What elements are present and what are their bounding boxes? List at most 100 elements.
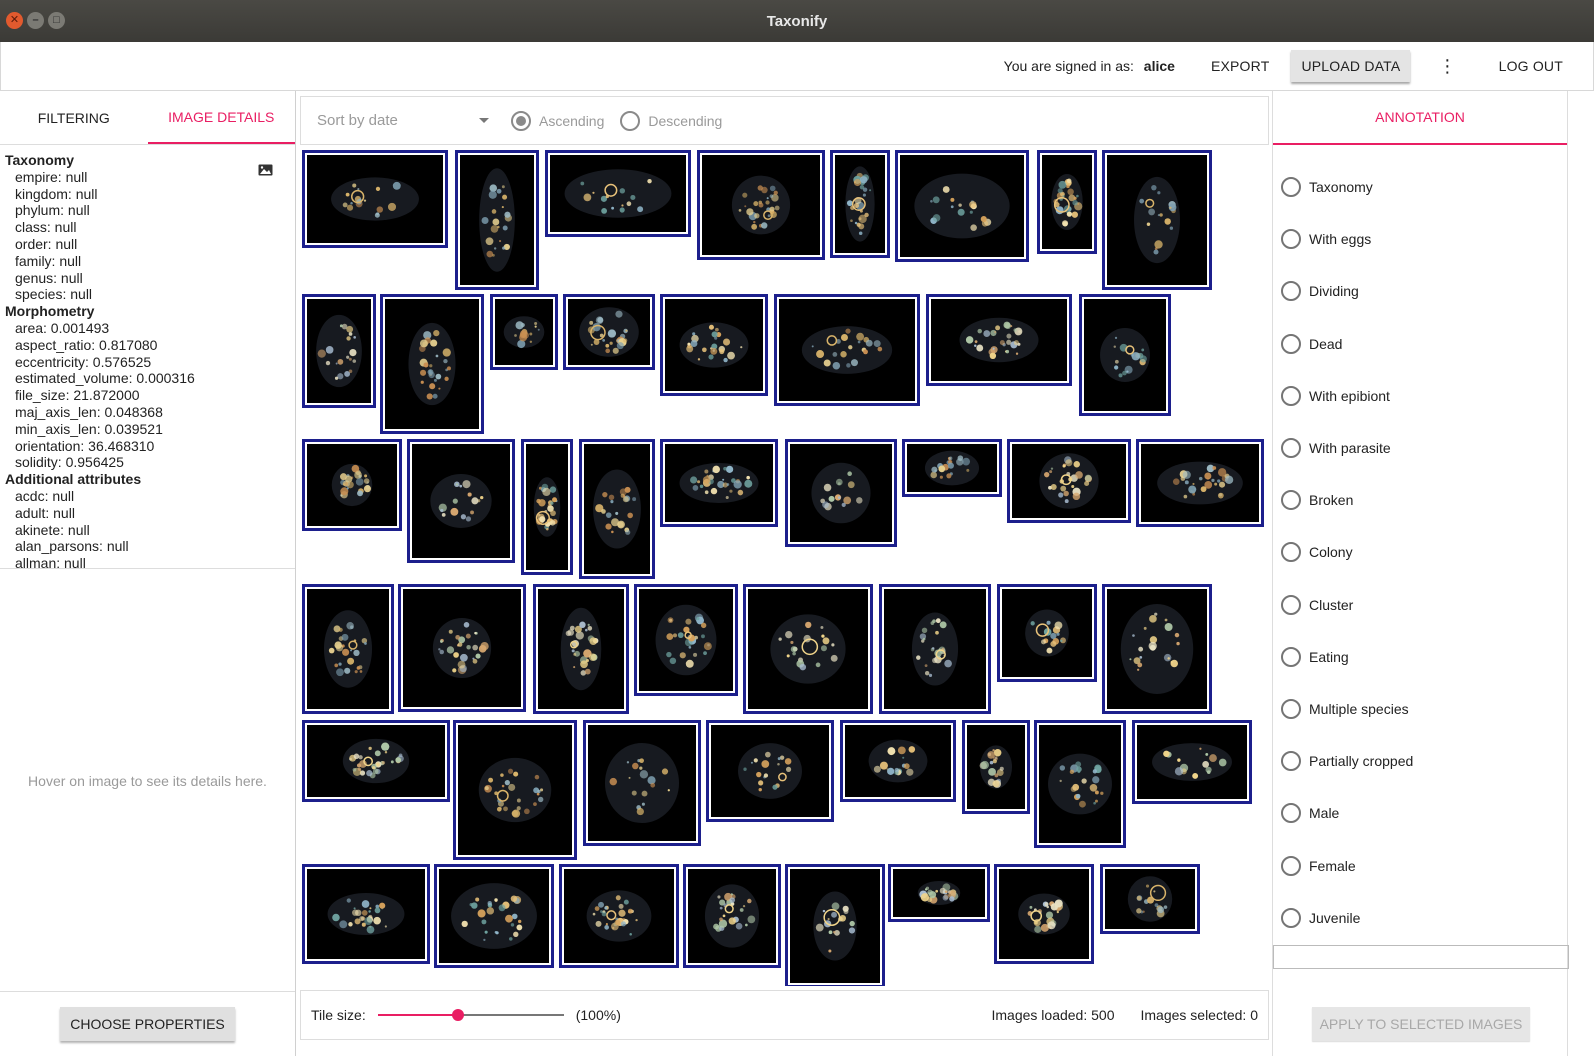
annotation-radio[interactable] <box>1281 803 1301 824</box>
image-tile[interactable] <box>706 720 834 822</box>
image-tile[interactable] <box>579 439 655 579</box>
image-tile[interactable] <box>1100 864 1200 934</box>
image-tile[interactable] <box>785 439 897 547</box>
annotation-option[interactable]: Colony <box>1273 526 1567 578</box>
image-tile[interactable] <box>962 720 1030 814</box>
annotation-option[interactable]: Broken <box>1273 474 1567 526</box>
annotation-option[interactable]: Multiple species <box>1273 683 1567 735</box>
image-tile[interactable] <box>302 864 430 964</box>
annotation-radio[interactable] <box>1281 490 1301 511</box>
annotation-radio[interactable] <box>1281 698 1301 719</box>
image-tile[interactable] <box>926 294 1072 386</box>
image-tile[interactable] <box>774 294 920 406</box>
image-details-list[interactable]: Taxonomy empire: null kingdom: null phylum:… <box>0 148 295 569</box>
image-tile[interactable] <box>302 439 402 531</box>
tab-annotation[interactable]: ANNOTATION <box>1273 91 1567 145</box>
close-icon[interactable]: ✕ <box>6 12 23 29</box>
annotation-option[interactable]: Cluster <box>1273 579 1567 631</box>
sort-descending-option[interactable]: Descending <box>620 110 722 131</box>
image-tile[interactable] <box>683 864 781 968</box>
sort-select[interactable]: Sort by date <box>317 112 489 129</box>
maximize-icon[interactable]: □ <box>48 12 65 29</box>
minimize-icon[interactable]: – <box>27 12 44 29</box>
apply-to-selected-button[interactable]: APPLY TO SELECTED IMAGES <box>1311 1006 1531 1041</box>
descending-radio[interactable] <box>620 110 641 131</box>
annotation-option[interactable]: Female <box>1273 839 1567 891</box>
image-tile[interactable] <box>743 584 873 714</box>
more-menu-icon[interactable]: ⋮ <box>1428 48 1466 85</box>
image-tile[interactable] <box>830 150 890 258</box>
tab-filtering[interactable]: FILTERING <box>0 91 148 144</box>
image-tile[interactable] <box>660 294 768 396</box>
annotation-radio[interactable] <box>1281 333 1301 354</box>
image-tile[interactable] <box>398 584 526 712</box>
annotation-option[interactable]: Dead <box>1273 318 1567 370</box>
annotation-radio[interactable] <box>1281 229 1301 250</box>
annotation-radio[interactable] <box>1281 855 1301 876</box>
annotation-radio[interactable] <box>1281 751 1301 772</box>
annotation-radio[interactable] <box>1281 542 1301 563</box>
image-tile[interactable] <box>490 294 558 370</box>
annotation-option[interactable]: Taxonomy <box>1273 161 1567 213</box>
image-tile[interactable] <box>1136 439 1264 527</box>
annotation-radio[interactable] <box>1281 646 1301 667</box>
tile-size-slider[interactable] <box>377 1005 564 1025</box>
annotation-radio[interactable] <box>1281 385 1301 406</box>
annotation-radio[interactable] <box>1281 907 1301 928</box>
image-tile[interactable] <box>1079 294 1171 416</box>
image-tile[interactable] <box>302 150 448 248</box>
image-tile[interactable] <box>302 720 450 802</box>
annotation-option[interactable]: With eggs <box>1273 213 1567 265</box>
upload-data-button[interactable]: UPLOAD DATA <box>1291 50 1411 82</box>
image-tile[interactable] <box>1007 439 1131 523</box>
image-tile[interactable] <box>1037 150 1097 254</box>
annotation-option[interactable]: Eating <box>1273 631 1567 683</box>
image-tile[interactable] <box>1102 584 1212 714</box>
image-tile[interactable] <box>840 720 956 802</box>
export-button[interactable]: EXPORT <box>1201 50 1280 82</box>
image-tile[interactable] <box>902 439 1002 497</box>
image-tile[interactable] <box>1034 720 1126 848</box>
image-tile[interactable] <box>895 150 1029 262</box>
image-tile[interactable] <box>785 864 885 986</box>
image-tile[interactable] <box>1132 720 1252 804</box>
image-tile[interactable] <box>563 294 655 370</box>
image-tile[interactable] <box>660 439 778 527</box>
choose-properties-button[interactable]: CHOOSE PROPERTIES <box>60 1007 235 1041</box>
image-tile[interactable] <box>1102 150 1212 290</box>
annotation-option[interactable]: Dividing <box>1273 265 1567 317</box>
image-tile[interactable] <box>302 294 376 408</box>
annotation-option[interactable]: With epibiont <box>1273 370 1567 422</box>
annotation-option[interactable]: Juvenile <box>1273 892 1567 944</box>
image-tile[interactable] <box>545 150 691 237</box>
logout-button[interactable]: LOG OUT <box>1489 50 1573 82</box>
image-tile[interactable] <box>302 584 394 714</box>
image-tile[interactable] <box>559 864 679 968</box>
image-tile[interactable] <box>997 584 1097 682</box>
image-tile[interactable] <box>380 294 484 434</box>
image-tile[interactable] <box>521 439 573 575</box>
image-grid[interactable] <box>300 148 1269 986</box>
annotation-input[interactable] <box>1273 945 1569 969</box>
annotation-option[interactable]: Male <box>1273 787 1567 839</box>
image-tile[interactable] <box>583 720 701 846</box>
image-tile[interactable] <box>453 720 577 860</box>
image-tile[interactable] <box>697 150 825 260</box>
image-tile[interactable] <box>994 864 1094 964</box>
image-tile[interactable] <box>634 584 738 696</box>
image-tile[interactable] <box>879 584 991 714</box>
annotation-option[interactable]: Partially cropped <box>1273 735 1567 787</box>
ascending-radio[interactable] <box>511 110 531 131</box>
image-tile[interactable] <box>407 439 515 563</box>
annotation-radio[interactable] <box>1281 594 1301 615</box>
annotation-option[interactable]: With parasite <box>1273 422 1567 474</box>
annotation-radio[interactable] <box>1281 177 1301 198</box>
annotation-radio[interactable] <box>1281 281 1301 302</box>
image-tile[interactable] <box>434 864 554 968</box>
image-tile[interactable] <box>888 864 990 922</box>
image-tile[interactable] <box>533 584 629 714</box>
annotation-radio[interactable] <box>1281 438 1301 459</box>
slider-thumb[interactable] <box>451 1009 464 1021</box>
image-tile[interactable] <box>455 150 539 290</box>
tab-image-details[interactable]: IMAGE DETAILS <box>147 91 295 144</box>
